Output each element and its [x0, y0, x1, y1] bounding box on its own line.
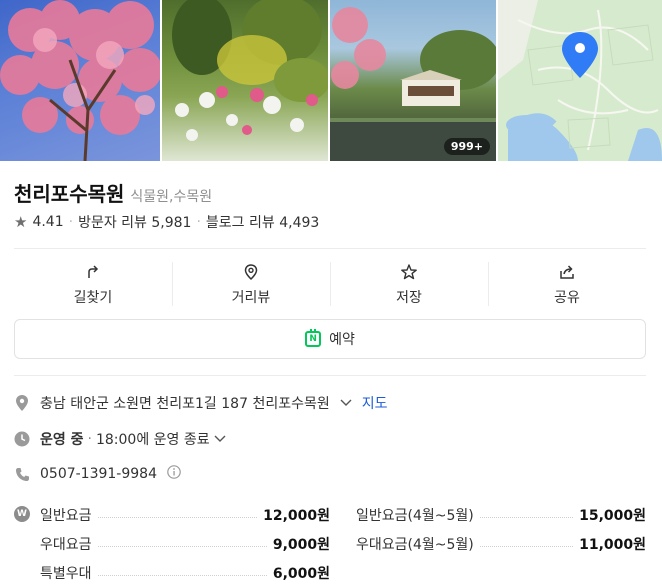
gallery-photo-blossom-tree[interactable] — [0, 0, 160, 161]
save-button[interactable]: 저장 — [330, 260, 488, 310]
fee-dots — [97, 546, 267, 547]
gallery-photo-pavilion-pond[interactable]: 999+ — [330, 0, 496, 161]
open-status: 운영 중 — [40, 432, 84, 448]
rating-star-icon: ★ — [14, 213, 28, 231]
fee-value: 12,000원 — [263, 507, 330, 524]
phone-number[interactable]: 0507-1391-9984 — [40, 466, 157, 482]
fee-value: 9,000원 — [272, 536, 330, 553]
fee-label: 우대요금(4월~5월) — [356, 536, 474, 553]
hours-separator: · — [87, 431, 92, 447]
location-pin-icon — [244, 264, 258, 281]
action-bar: 길찾기 거리뷰 저장 공유 — [14, 260, 646, 310]
phone-icon — [14, 466, 30, 482]
save-label: 저장 — [396, 290, 422, 306]
directions-button[interactable]: 길찾기 — [14, 260, 172, 310]
fee-item: 우대요금 9,000원 — [14, 534, 330, 554]
place-stats: ★ 4.41 · 방문자 리뷰 5,981 · 블로그 리뷰 4,493 — [14, 212, 319, 232]
fee-table: W 일반요금 12,000원 일반요금(4월~5월) 15,000원 우대요금 … — [14, 500, 646, 587]
visitor-reviews-link[interactable]: 방문자 리뷰 5,981 — [78, 212, 191, 232]
chevron-down-icon[interactable] — [340, 395, 352, 411]
fee-dots — [479, 546, 574, 547]
hours-text: 18:00에 운영 종료 — [95, 432, 210, 448]
fee-dots — [97, 575, 267, 576]
fee-item: 일반요금(4월~5월) 15,000원 — [330, 505, 646, 525]
fee-value: 6,000원 — [272, 565, 330, 582]
reserve-button[interactable]: N 예약 — [14, 319, 646, 359]
share-button[interactable]: 공유 — [488, 260, 646, 310]
street-view-button[interactable]: 거리뷰 — [172, 260, 330, 310]
info-circle-icon[interactable] — [167, 465, 181, 483]
fee-label: 일반요금(4월~5월) — [356, 507, 474, 524]
phone-row: 0507-1391-9984 — [14, 465, 181, 483]
fee-row: 우대요금 9,000원 우대요금(4월~5월) 11,000원 — [14, 529, 646, 558]
share-icon — [560, 265, 574, 279]
photo-count-badge[interactable]: 999+ — [443, 138, 490, 155]
star-icon — [401, 264, 417, 280]
blog-reviews-link[interactable]: 블로그 리뷰 4,493 — [206, 212, 319, 232]
map-link[interactable]: 지도 — [362, 393, 388, 413]
fee-value: 15,000원 — [579, 507, 646, 524]
place-category: 식물원,수목원 — [130, 189, 213, 205]
naver-booking-icon: N — [305, 329, 322, 347]
fee-item: 우대요금(4월~5월) 11,000원 — [330, 534, 646, 554]
share-label: 공유 — [554, 290, 580, 306]
directions-icon — [88, 265, 99, 278]
reserve-label: 예약 — [329, 332, 355, 348]
photo-gallery: 999+ — [0, 0, 662, 161]
directions-label: 길찾기 — [73, 290, 113, 306]
fee-dots — [479, 517, 574, 518]
fee-row: 일반요금 12,000원 일반요금(4월~5월) 15,000원 — [14, 500, 646, 529]
divider — [14, 375, 646, 376]
fee-item: 특별우대 6,000원 — [14, 563, 330, 583]
fee-label: 일반요금 — [40, 507, 92, 524]
divider — [14, 248, 646, 249]
fee-label: 우대요금 — [40, 536, 92, 553]
gallery-photo-garden-flowers[interactable] — [162, 0, 328, 161]
stats-separator: · — [196, 214, 201, 230]
won-icon: W — [14, 506, 30, 522]
hours-row: 운영 중 · 18:00에 운영 종료 — [14, 429, 226, 449]
fee-value: 11,000원 — [579, 536, 646, 553]
clock-icon — [14, 431, 30, 447]
map-thumbnail[interactable] — [498, 0, 662, 161]
fee-row: 특별우대 6,000원 — [14, 558, 646, 587]
address-text: 충남 태안군 소원면 천리포1길 187 천리포수목원 — [40, 396, 330, 412]
rating-value: 4.41 — [32, 214, 64, 230]
fee-label: 특별우대 — [40, 565, 92, 582]
place-title-row: 천리포수목원 식물원,수목원 — [14, 178, 212, 207]
place-name: 천리포수목원 — [14, 182, 125, 206]
fee-dots — [97, 517, 258, 518]
stats-separator: · — [68, 214, 74, 230]
location-pin-icon — [14, 395, 30, 411]
hours-expand-chevron-icon[interactable] — [214, 431, 226, 447]
address-row: 충남 태안군 소원면 천리포1길 187 천리포수목원 지도 — [14, 393, 388, 413]
street-view-label: 거리뷰 — [231, 290, 271, 306]
fee-item: 일반요금 12,000원 — [14, 505, 330, 525]
